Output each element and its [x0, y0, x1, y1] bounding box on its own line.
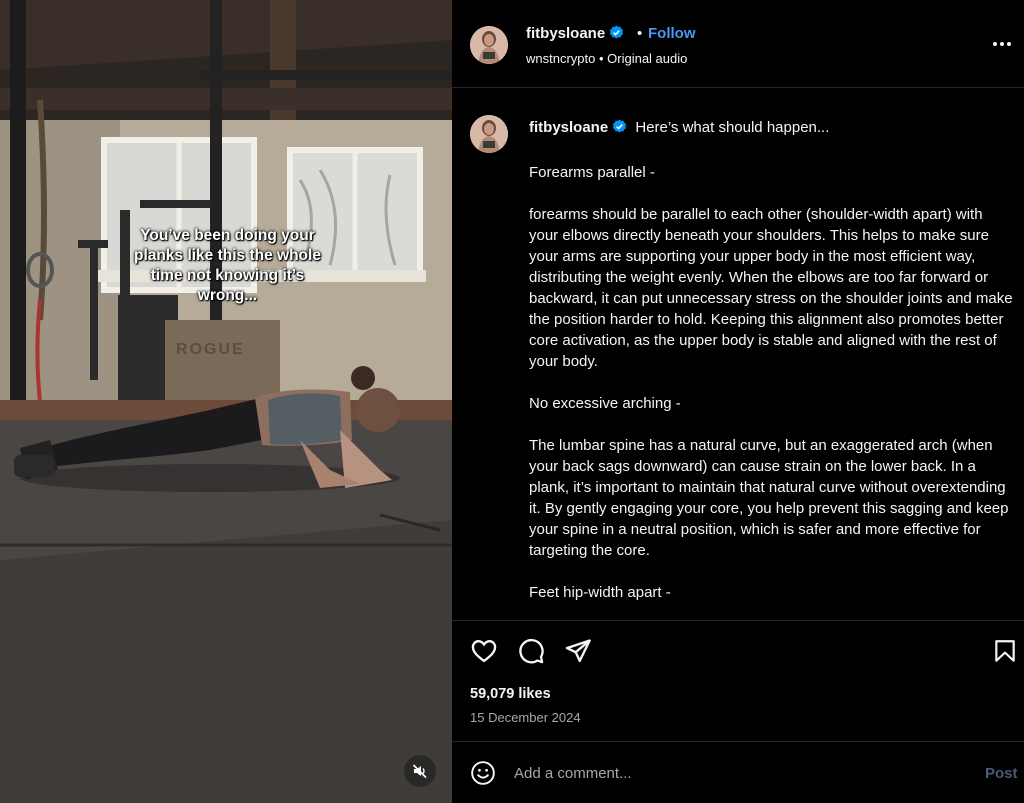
svg-text:ROGUE: ROGUE: [176, 341, 245, 358]
video-overlay-text: You’ve been doing your planks like this …: [134, 227, 321, 304]
username-text: fitbysloane: [526, 25, 606, 42]
comment-input[interactable]: [514, 760, 954, 786]
share-icon[interactable]: [564, 637, 592, 665]
caption-heading-forearms: Forearms parallel -: [529, 164, 655, 181]
avatar[interactable]: [470, 26, 508, 64]
caption-header: fitbysloane Here’s what should happen...: [529, 119, 829, 136]
username-link[interactable]: fitbysloane: [526, 25, 624, 42]
verified-badge-icon: [610, 25, 624, 39]
audio-link[interactable]: wnstncrypto • Original audio: [526, 51, 687, 66]
emoji-icon[interactable]: [470, 760, 496, 786]
caption-area: fitbysloane Here’s what should happen...…: [452, 88, 1024, 620]
speaker-muted-icon: [412, 764, 427, 779]
avatar-image: [470, 26, 508, 64]
heart-icon[interactable]: [470, 637, 498, 665]
avatar-image: [470, 115, 508, 153]
reel-video[interactable]: ROGUE You’ve been doing your planks like…: [0, 0, 452, 803]
post-comment-button[interactable]: Post: [985, 765, 1018, 782]
post-date: 15 December 2024: [470, 710, 581, 725]
mute-button[interactable]: [404, 755, 436, 787]
caption-heading-arching: No excessive arching -: [529, 395, 681, 412]
caption-body: Forearms parallel - forearms should be p…: [529, 162, 1014, 620]
video-frame: ROGUE: [0, 0, 452, 803]
post-header: fitbysloane • Follow wnstncrypto • Origi…: [452, 0, 1024, 88]
caption-intro: Here’s what should happen...: [635, 119, 830, 136]
post-actions: 59,079 likes 15 December 2024: [452, 620, 1024, 740]
caption-heading-feet: Feet hip-width apart -: [529, 584, 671, 601]
bookmark-icon[interactable]: [992, 637, 1018, 665]
likes-count[interactable]: 59,079 likes: [470, 686, 551, 702]
comment-bar: Post: [452, 741, 1024, 803]
more-options-icon[interactable]: [989, 38, 1015, 50]
comment-icon[interactable]: [517, 637, 545, 665]
caption-paragraph-forearms: forearms should be parallel to each othe…: [529, 206, 1013, 370]
follow-button[interactable]: Follow: [648, 25, 696, 42]
caption-username[interactable]: fitbysloane: [529, 119, 608, 136]
separator-dot: •: [637, 25, 643, 42]
verified-badge-icon: [613, 119, 627, 133]
avatar[interactable]: [470, 115, 508, 153]
post-panel: fitbysloane • Follow wnstncrypto • Origi…: [452, 0, 1024, 803]
caption-paragraph-arching: The lumbar spine has a natural curve, bu…: [529, 437, 1009, 559]
